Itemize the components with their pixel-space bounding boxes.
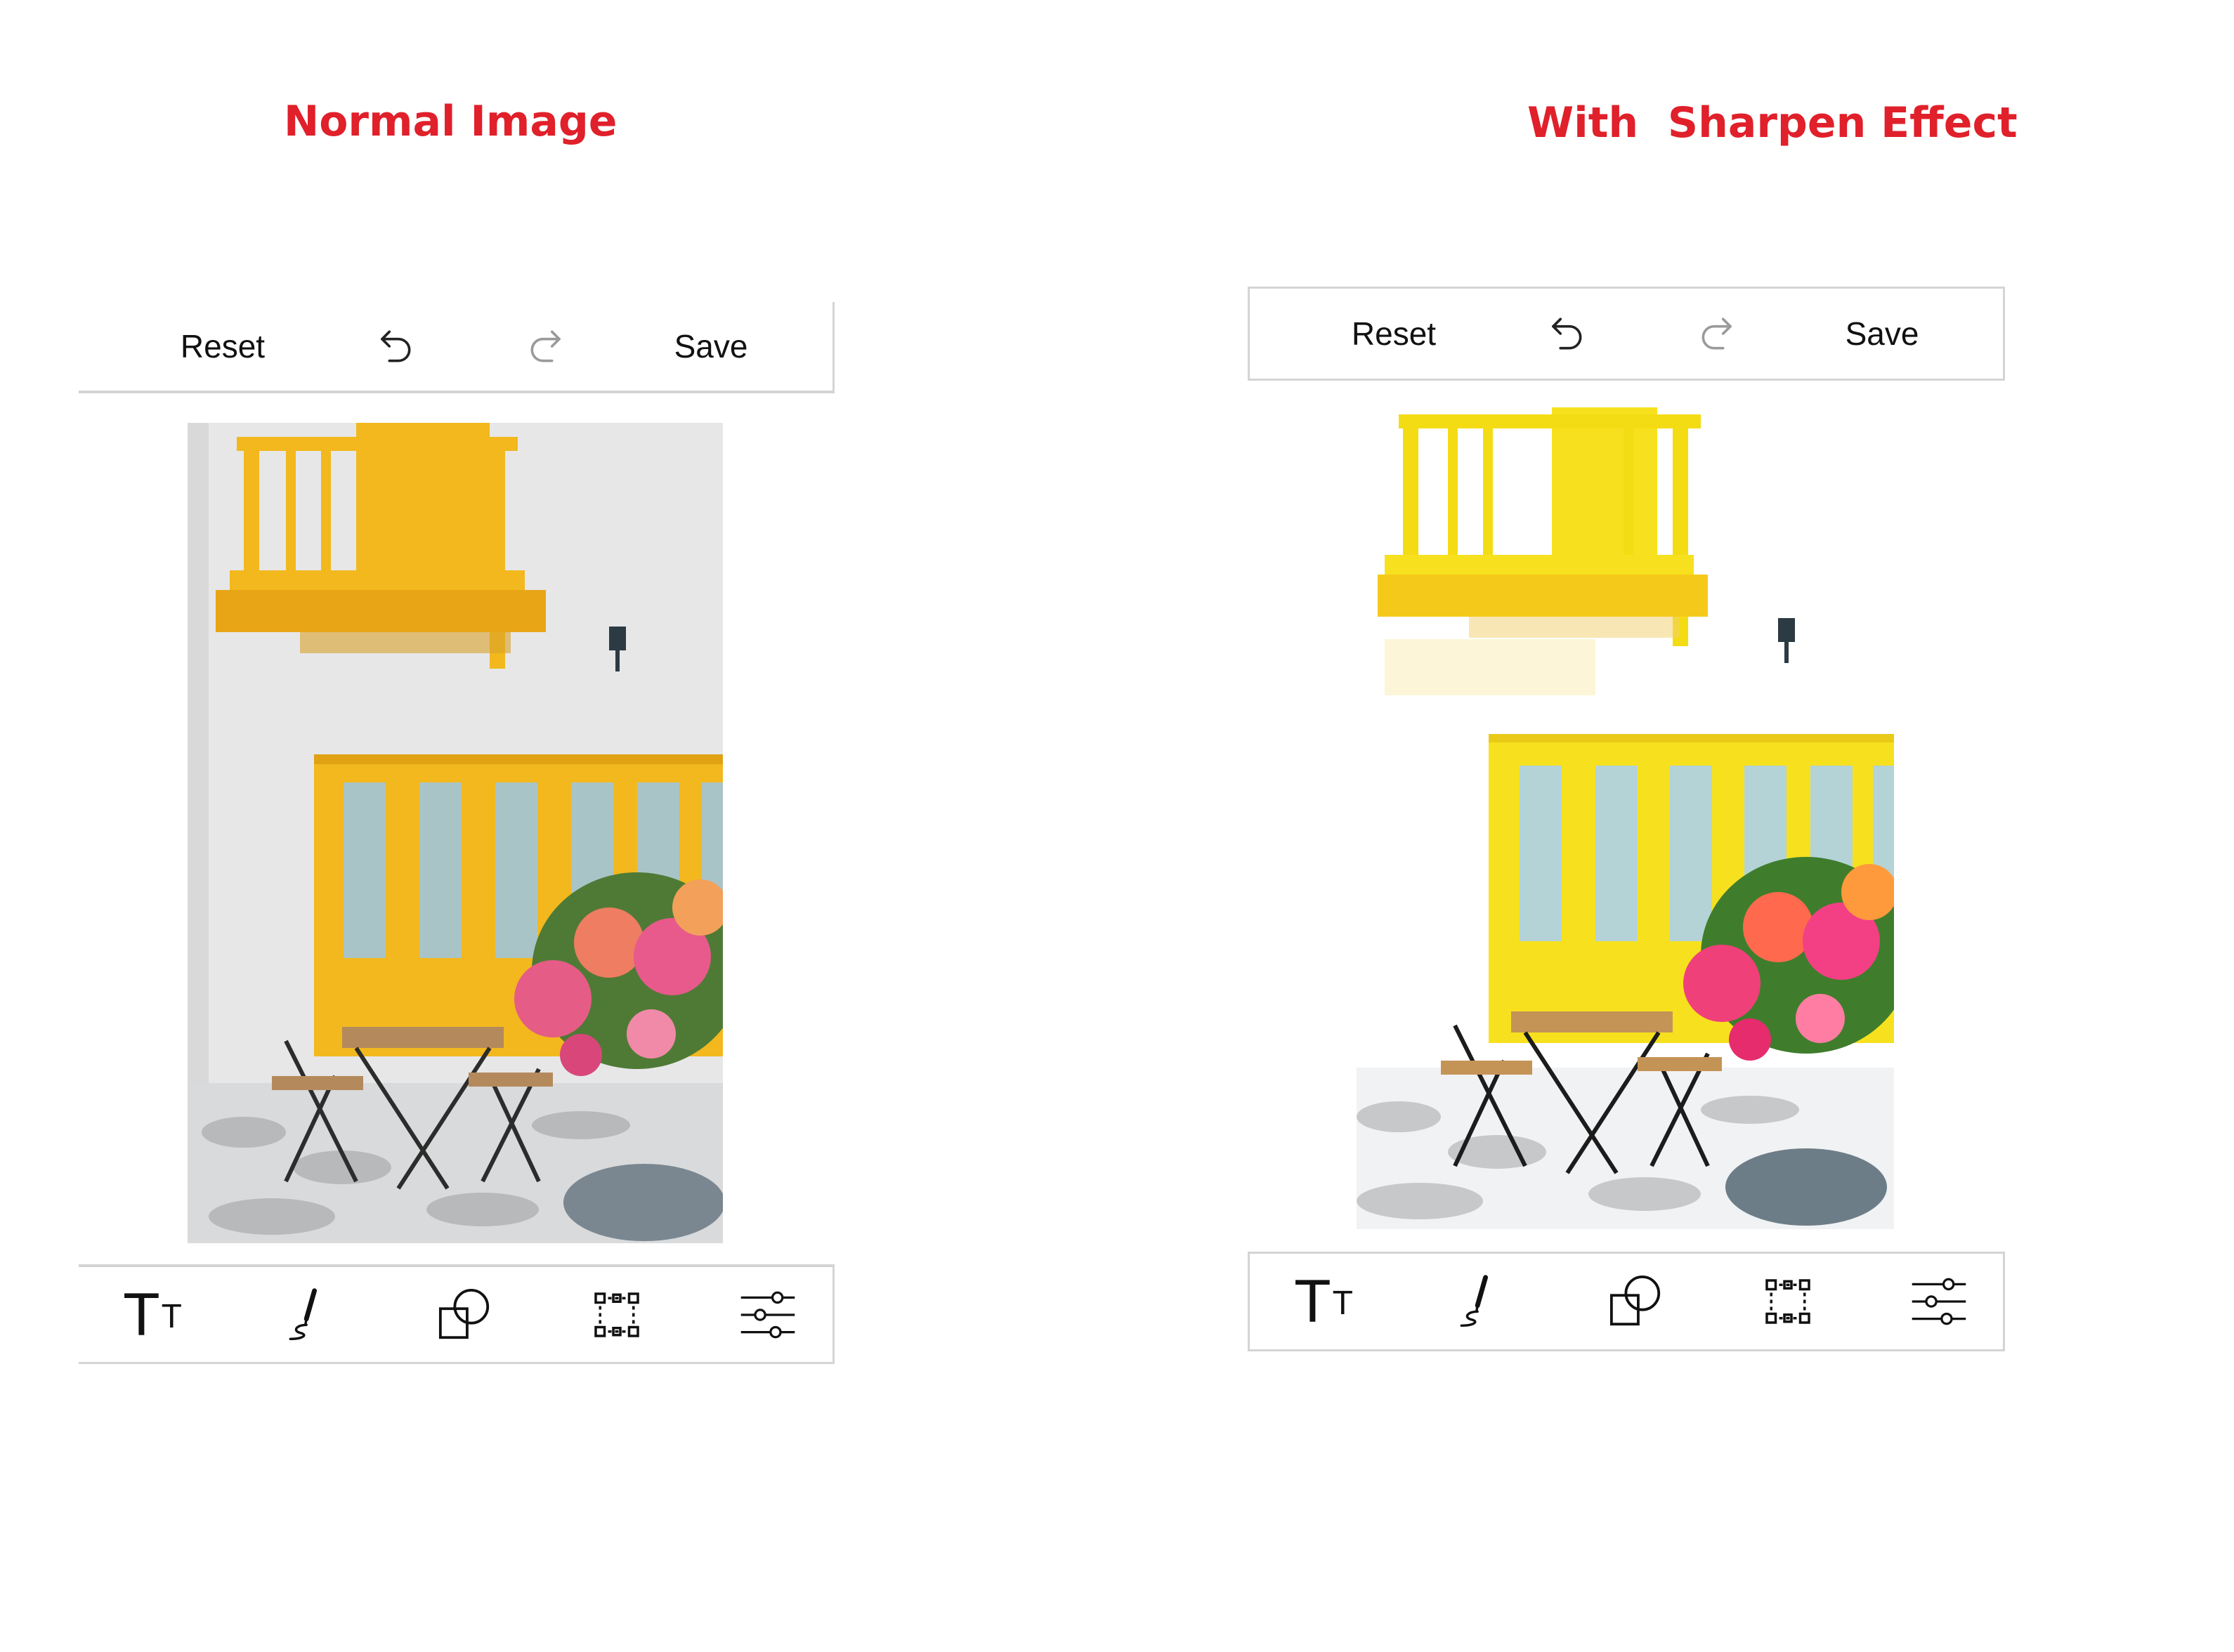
- adjust-tool-button[interactable]: [726, 1267, 810, 1362]
- caption-sharpen-effect: With Sharpen Effect: [1527, 98, 2018, 148]
- photo-sharpen: [1357, 407, 1894, 1229]
- reset-button[interactable]: Reset: [149, 302, 296, 391]
- top-toolbar: Reset Save: [79, 302, 835, 393]
- undo-button[interactable]: [353, 302, 437, 391]
- undo-button[interactable]: [1524, 289, 1608, 379]
- bottom-toolbar: TT: [79, 1264, 835, 1364]
- draw-tool-button[interactable]: [1437, 1254, 1522, 1349]
- reset-label: Reset: [1351, 315, 1437, 352]
- shape-tool-button[interactable]: [1594, 1254, 1678, 1349]
- undo-icon: [381, 330, 411, 362]
- crop-icon: [594, 1292, 639, 1337]
- save-button[interactable]: Save: [641, 302, 781, 391]
- save-button[interactable]: Save: [1812, 289, 1952, 379]
- redo-icon: [1701, 317, 1732, 350]
- redo-button[interactable]: [1676, 289, 1760, 379]
- save-label: Save: [1845, 315, 1919, 352]
- bottom-toolbar: TT: [1248, 1252, 2005, 1351]
- photo-scene: [1357, 407, 1894, 1229]
- freehand-draw-icon: [289, 1287, 317, 1340]
- shapes-icon: [438, 1288, 490, 1339]
- photo-normal: [188, 423, 723, 1243]
- text-tool-button[interactable]: TT: [110, 1267, 195, 1362]
- adjust-filters-icon: [740, 1291, 795, 1338]
- reset-label: Reset: [180, 328, 266, 365]
- crop-tool-button[interactable]: [1746, 1254, 1830, 1349]
- text-tool-button[interactable]: TT: [1281, 1254, 1366, 1349]
- adjust-tool-button[interactable]: [1897, 1254, 1981, 1349]
- text-tool-icon: TT: [123, 1280, 182, 1349]
- undo-icon: [1552, 317, 1582, 350]
- save-label: Save: [674, 328, 748, 365]
- crop-icon: [1765, 1279, 1810, 1324]
- adjust-filters-icon: [1912, 1278, 1966, 1325]
- redo-button[interactable]: [504, 302, 589, 391]
- draw-tool-button[interactable]: [266, 1267, 351, 1362]
- shapes-icon: [1609, 1275, 1661, 1326]
- crop-tool-button[interactable]: [575, 1267, 659, 1362]
- freehand-draw-icon: [1460, 1275, 1488, 1327]
- caption-normal-image: Normal Image: [284, 97, 618, 146]
- reset-button[interactable]: Reset: [1320, 289, 1468, 379]
- redo-icon: [530, 330, 561, 362]
- photo-scene: [188, 423, 723, 1243]
- shape-tool-button[interactable]: [423, 1267, 507, 1362]
- top-toolbar: Reset Save: [1248, 287, 2005, 381]
- text-tool-icon: TT: [1294, 1268, 1353, 1335]
